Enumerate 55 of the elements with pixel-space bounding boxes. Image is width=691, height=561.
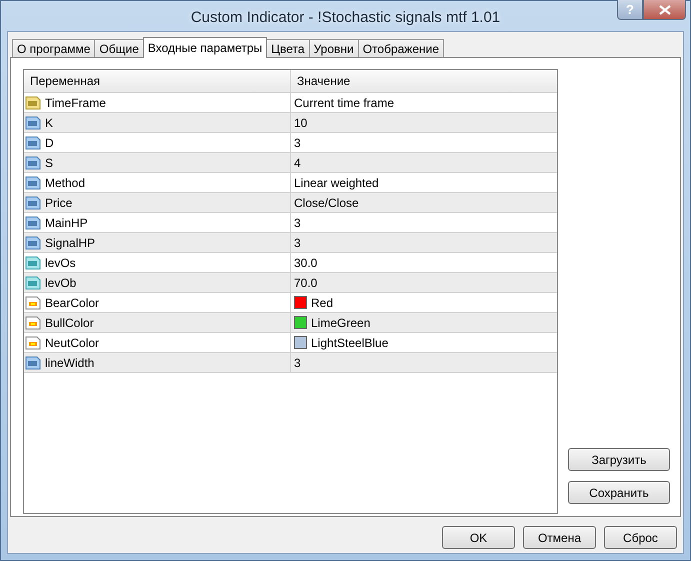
tab[interactable]: Цвета [266,39,310,57]
table-cell[interactable]: LimeGreen [291,313,557,332]
tab[interactable]: Общие [94,39,144,57]
table-cell[interactable]: Current time frame [291,93,557,112]
tab[interactable]: Входные параметры [142,37,268,58]
reset-button[interactable]: Сброс [604,526,677,549]
table-cell[interactable]: Close/Close [291,193,557,212]
table-cell[interactable]: NeutColor [24,333,291,352]
table-cell[interactable]: 3 [291,233,557,252]
ok-button[interactable]: OK [442,526,515,549]
column-header[interactable]: Переменная [24,70,291,92]
column-header[interactable]: Значение [291,70,557,92]
tab[interactable]: Отображение [358,39,444,57]
load-button[interactable]: Загрузить [568,448,670,471]
table-cell[interactable]: TimeFrame [24,93,291,112]
table-cell[interactable]: Red [291,293,557,312]
double-type-icon [25,274,41,290]
table-cell[interactable]: 3 [291,133,557,152]
table-cell[interactable]: 70.0 [291,273,557,292]
string-type-icon [25,94,41,110]
table-cell[interactable]: LightSteelBlue [291,333,557,352]
int-type-icon [25,214,41,230]
close-icon [658,4,670,14]
table-cell[interactable]: Method [24,173,291,192]
int-type-icon [25,174,41,190]
table-cell[interactable]: 30.0 [291,253,557,272]
int-type-icon [25,354,41,370]
table-cell[interactable]: K [24,113,291,132]
table-cell[interactable]: 4 [291,153,557,172]
cancel-button[interactable]: Отмена [523,526,596,549]
int-type-icon [25,194,41,210]
int-type-icon [25,154,41,170]
tab[interactable]: О программе [12,39,96,57]
save-button[interactable]: Сохранить [568,481,670,504]
int-type-icon [25,114,41,130]
table-cell[interactable]: BullColor [24,313,291,332]
int-type-icon [25,134,41,150]
table-cell[interactable]: 10 [291,113,557,132]
tab[interactable]: Уровни [308,39,359,57]
table-cell[interactable]: Price [24,193,291,212]
table-cell[interactable]: levOs [24,253,291,272]
table-cell[interactable]: levOb [24,273,291,292]
table-cell[interactable]: 3 [291,353,557,372]
int-type-icon [25,234,41,250]
double-type-icon [25,254,41,270]
close-button[interactable] [643,0,686,20]
window-title: Custom Indicator - !Stochastic signals mtf 1.01 [190,8,500,26]
table-cell[interactable]: D [24,133,291,152]
table-cell[interactable]: SignalHP [24,233,291,252]
table-cell[interactable]: Linear weighted [291,173,557,192]
table-cell[interactable]: MainHP [24,213,291,232]
table-cell[interactable]: 3 [291,213,557,232]
table-cell[interactable]: S [24,153,291,172]
table-cell[interactable]: lineWidth [24,353,291,372]
table-cell[interactable]: BearColor [24,293,291,312]
